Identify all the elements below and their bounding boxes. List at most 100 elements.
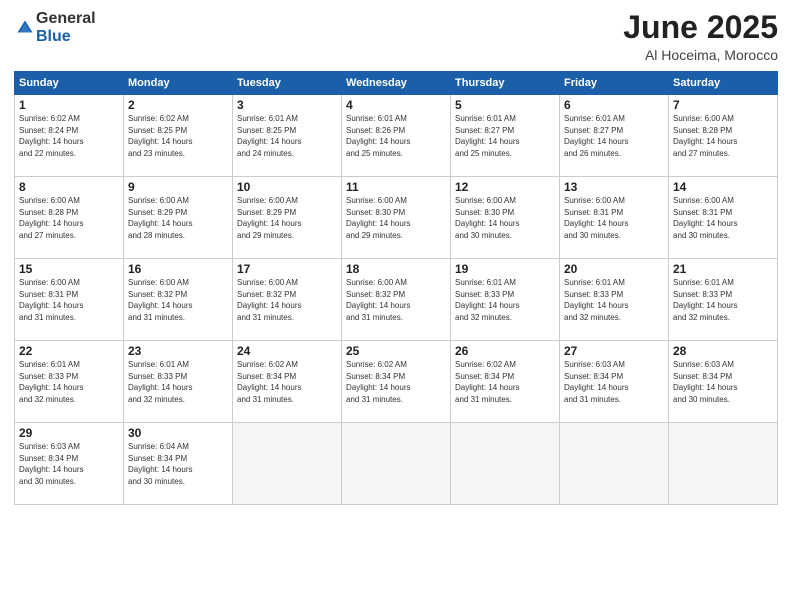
day-number: 5: [455, 98, 555, 112]
week-row-2: 8Sunrise: 6:00 AM Sunset: 8:28 PM Daylig…: [15, 177, 778, 259]
day-info: Sunrise: 6:02 AM Sunset: 8:34 PM Dayligh…: [346, 359, 446, 405]
col-monday: Monday: [124, 72, 233, 95]
day-cell: 6Sunrise: 6:01 AM Sunset: 8:27 PM Daylig…: [560, 95, 669, 177]
day-cell: 25Sunrise: 6:02 AM Sunset: 8:34 PM Dayli…: [342, 341, 451, 423]
day-info: Sunrise: 6:01 AM Sunset: 8:33 PM Dayligh…: [673, 277, 773, 323]
day-info: Sunrise: 6:04 AM Sunset: 8:34 PM Dayligh…: [128, 441, 228, 487]
day-cell: 23Sunrise: 6:01 AM Sunset: 8:33 PM Dayli…: [124, 341, 233, 423]
day-info: Sunrise: 6:00 AM Sunset: 8:31 PM Dayligh…: [19, 277, 119, 323]
day-number: 19: [455, 262, 555, 276]
day-cell: 8Sunrise: 6:00 AM Sunset: 8:28 PM Daylig…: [15, 177, 124, 259]
day-number: 2: [128, 98, 228, 112]
day-cell: 14Sunrise: 6:00 AM Sunset: 8:31 PM Dayli…: [669, 177, 778, 259]
day-info: Sunrise: 6:00 AM Sunset: 8:32 PM Dayligh…: [346, 277, 446, 323]
day-info: Sunrise: 6:01 AM Sunset: 8:26 PM Dayligh…: [346, 113, 446, 159]
logo-text: General Blue: [36, 10, 96, 46]
day-number: 10: [237, 180, 337, 194]
day-number: 6: [564, 98, 664, 112]
day-number: 26: [455, 344, 555, 358]
day-number: 22: [19, 344, 119, 358]
day-number: 29: [19, 426, 119, 440]
week-row-5: 29Sunrise: 6:03 AM Sunset: 8:34 PM Dayli…: [15, 423, 778, 505]
logo-general: General: [36, 10, 96, 27]
day-info: Sunrise: 6:01 AM Sunset: 8:33 PM Dayligh…: [455, 277, 555, 323]
day-info: Sunrise: 6:01 AM Sunset: 8:25 PM Dayligh…: [237, 113, 337, 159]
day-cell: 26Sunrise: 6:02 AM Sunset: 8:34 PM Dayli…: [451, 341, 560, 423]
day-cell: 20Sunrise: 6:01 AM Sunset: 8:33 PM Dayli…: [560, 259, 669, 341]
day-info: Sunrise: 6:01 AM Sunset: 8:33 PM Dayligh…: [564, 277, 664, 323]
day-info: Sunrise: 6:00 AM Sunset: 8:30 PM Dayligh…: [455, 195, 555, 241]
day-cell: 22Sunrise: 6:01 AM Sunset: 8:33 PM Dayli…: [15, 341, 124, 423]
day-cell: [451, 423, 560, 505]
day-cell: 27Sunrise: 6:03 AM Sunset: 8:34 PM Dayli…: [560, 341, 669, 423]
day-number: 14: [673, 180, 773, 194]
day-cell: [342, 423, 451, 505]
page: General Blue June 2025 Al Hoceima, Moroc…: [0, 0, 792, 612]
day-number: 15: [19, 262, 119, 276]
day-info: Sunrise: 6:02 AM Sunset: 8:24 PM Dayligh…: [19, 113, 119, 159]
day-cell: [669, 423, 778, 505]
day-number: 23: [128, 344, 228, 358]
day-info: Sunrise: 6:03 AM Sunset: 8:34 PM Dayligh…: [673, 359, 773, 405]
day-cell: 19Sunrise: 6:01 AM Sunset: 8:33 PM Dayli…: [451, 259, 560, 341]
day-number: 7: [673, 98, 773, 112]
day-info: Sunrise: 6:00 AM Sunset: 8:32 PM Dayligh…: [128, 277, 228, 323]
day-cell: 11Sunrise: 6:00 AM Sunset: 8:30 PM Dayli…: [342, 177, 451, 259]
col-friday: Friday: [560, 72, 669, 95]
day-number: 25: [346, 344, 446, 358]
day-number: 21: [673, 262, 773, 276]
day-cell: 7Sunrise: 6:00 AM Sunset: 8:28 PM Daylig…: [669, 95, 778, 177]
title-block: June 2025 Al Hoceima, Morocco: [623, 10, 778, 63]
day-info: Sunrise: 6:00 AM Sunset: 8:31 PM Dayligh…: [673, 195, 773, 241]
day-info: Sunrise: 6:02 AM Sunset: 8:34 PM Dayligh…: [455, 359, 555, 405]
calendar-body: 1Sunrise: 6:02 AM Sunset: 8:24 PM Daylig…: [15, 95, 778, 505]
day-cell: 30Sunrise: 6:04 AM Sunset: 8:34 PM Dayli…: [124, 423, 233, 505]
header: General Blue June 2025 Al Hoceima, Moroc…: [14, 10, 778, 63]
header-row: Sunday Monday Tuesday Wednesday Thursday…: [15, 72, 778, 95]
day-cell: [560, 423, 669, 505]
day-info: Sunrise: 6:00 AM Sunset: 8:28 PM Dayligh…: [673, 113, 773, 159]
logo: General Blue: [14, 10, 96, 46]
day-number: 9: [128, 180, 228, 194]
day-info: Sunrise: 6:03 AM Sunset: 8:34 PM Dayligh…: [19, 441, 119, 487]
day-number: 28: [673, 344, 773, 358]
calendar-table: Sunday Monday Tuesday Wednesday Thursday…: [14, 71, 778, 505]
day-info: Sunrise: 6:01 AM Sunset: 8:33 PM Dayligh…: [128, 359, 228, 405]
week-row-3: 15Sunrise: 6:00 AM Sunset: 8:31 PM Dayli…: [15, 259, 778, 341]
day-info: Sunrise: 6:01 AM Sunset: 8:27 PM Dayligh…: [564, 113, 664, 159]
month-title: June 2025: [623, 10, 778, 45]
day-info: Sunrise: 6:01 AM Sunset: 8:27 PM Dayligh…: [455, 113, 555, 159]
day-cell: [233, 423, 342, 505]
location-title: Al Hoceima, Morocco: [623, 47, 778, 63]
day-cell: 28Sunrise: 6:03 AM Sunset: 8:34 PM Dayli…: [669, 341, 778, 423]
day-number: 27: [564, 344, 664, 358]
day-cell: 29Sunrise: 6:03 AM Sunset: 8:34 PM Dayli…: [15, 423, 124, 505]
day-cell: 4Sunrise: 6:01 AM Sunset: 8:26 PM Daylig…: [342, 95, 451, 177]
day-info: Sunrise: 6:00 AM Sunset: 8:29 PM Dayligh…: [128, 195, 228, 241]
day-number: 30: [128, 426, 228, 440]
day-number: 24: [237, 344, 337, 358]
day-info: Sunrise: 6:01 AM Sunset: 8:33 PM Dayligh…: [19, 359, 119, 405]
logo-blue: Blue: [36, 28, 71, 45]
day-cell: 1Sunrise: 6:02 AM Sunset: 8:24 PM Daylig…: [15, 95, 124, 177]
day-cell: 12Sunrise: 6:00 AM Sunset: 8:30 PM Dayli…: [451, 177, 560, 259]
day-number: 1: [19, 98, 119, 112]
day-number: 16: [128, 262, 228, 276]
logo-icon: [16, 19, 34, 37]
day-number: 8: [19, 180, 119, 194]
day-cell: 13Sunrise: 6:00 AM Sunset: 8:31 PM Dayli…: [560, 177, 669, 259]
day-info: Sunrise: 6:00 AM Sunset: 8:32 PM Dayligh…: [237, 277, 337, 323]
day-cell: 10Sunrise: 6:00 AM Sunset: 8:29 PM Dayli…: [233, 177, 342, 259]
day-cell: 2Sunrise: 6:02 AM Sunset: 8:25 PM Daylig…: [124, 95, 233, 177]
col-wednesday: Wednesday: [342, 72, 451, 95]
col-sunday: Sunday: [15, 72, 124, 95]
day-info: Sunrise: 6:00 AM Sunset: 8:31 PM Dayligh…: [564, 195, 664, 241]
day-info: Sunrise: 6:00 AM Sunset: 8:28 PM Dayligh…: [19, 195, 119, 241]
day-cell: 5Sunrise: 6:01 AM Sunset: 8:27 PM Daylig…: [451, 95, 560, 177]
day-cell: 3Sunrise: 6:01 AM Sunset: 8:25 PM Daylig…: [233, 95, 342, 177]
day-number: 11: [346, 180, 446, 194]
day-cell: 16Sunrise: 6:00 AM Sunset: 8:32 PM Dayli…: [124, 259, 233, 341]
day-number: 3: [237, 98, 337, 112]
week-row-4: 22Sunrise: 6:01 AM Sunset: 8:33 PM Dayli…: [15, 341, 778, 423]
day-info: Sunrise: 6:02 AM Sunset: 8:25 PM Dayligh…: [128, 113, 228, 159]
